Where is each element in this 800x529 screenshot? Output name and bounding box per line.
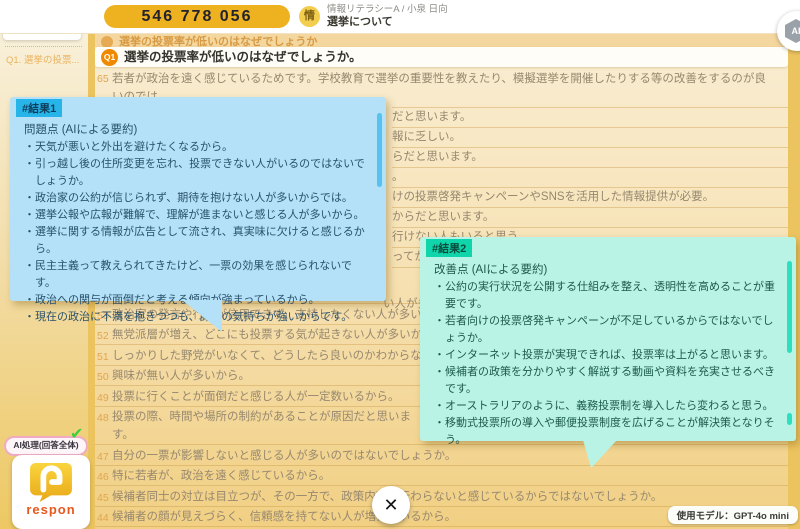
answer-number: 65 <box>97 70 111 88</box>
ghost-question-text: 選挙の投票率が低いのはなぜでしょうか <box>119 36 317 47</box>
divider <box>5 46 82 47</box>
answer-number: 44 <box>97 509 111 527</box>
survey-title: 選挙について <box>327 16 448 29</box>
answer-row-fragment: らだと思います。 <box>392 148 788 168</box>
question-text: 選挙の投票率が低いのはなぜでしょうか。 <box>124 47 788 67</box>
result1-bullets: 天気が悪いと外出を避けたくなるから。引っ越し後の住所変更を忘れ、投票できない人が… <box>24 139 369 326</box>
answer-row-fragment: だと思います。 <box>392 108 788 128</box>
summary-bullet: 若者向けの投票啓発キャンペーンが不足しているからではないでしょうか。 <box>434 313 779 347</box>
scrollbar-thumb[interactable] <box>787 261 792 353</box>
answer-text: 投票の際、時間や場所の制約があることが原因だと思いま <box>112 411 411 423</box>
result-panel-2: #結果2 改善点 (AIによる要約) 公約の実行状況を公開する仕組みを整え、透明… <box>420 237 796 441</box>
sidebar-question-link[interactable]: Q1. 選挙の投票... <box>6 52 79 66</box>
answer-row-fragment: からだと思います。 <box>392 208 788 228</box>
answer-text: 興味が無い人が多いから。 <box>112 370 250 382</box>
session-code: 546 778 056 <box>104 5 290 28</box>
answer-row-fragment: 報に乏しい。 <box>392 128 788 148</box>
summary-bullet: 選挙公報や広報が難解で、理解が進まないと感じる人が多いから。 <box>24 207 369 224</box>
ghost-question-row: 選挙の投票率が低いのはなぜでしょうか <box>95 33 788 47</box>
close-icon: ✕ <box>383 495 398 515</box>
result-panel-1: #結果1 問題点 (AIによる要約) 天気が悪いと外出を避けたくなるから。引っ越… <box>10 97 386 301</box>
result1-title: 問題点 (AIによる要約) <box>24 121 386 137</box>
course-title: 情報リテラシーA / 小泉 日向 <box>327 4 448 16</box>
summary-bullet: 引っ越し後の住所変更を忘れ、投票できない人がいるのではないでしょうか。 <box>24 156 369 190</box>
answer-row[interactable]: 46特に若者が、政治を遠く感じているから。 <box>95 466 788 487</box>
answer-text: しっかりした野党がいなくて、どうしたら良いのかわからな <box>112 350 422 362</box>
answer-number: 48 <box>97 409 111 427</box>
close-button[interactable]: ✕ <box>372 486 410 524</box>
answer-row-fragment: けの投票啓発キャンペーンやSNSを活用した情報提供が必要。 <box>392 188 788 208</box>
respon-wordmark: respon <box>12 502 90 517</box>
answer-text: 投票に行くことが面倒だと感じる人が一定数いるから。 <box>112 391 400 403</box>
question-badge: Q1 <box>101 49 118 66</box>
answer-number: 45 <box>97 489 111 507</box>
answer-row-fragment: 。 <box>392 168 788 188</box>
ghost-question-badge <box>101 36 113 47</box>
answer-number: 52 <box>97 327 111 345</box>
result1-tag: #結果1 <box>16 99 62 117</box>
summary-bullet: 天気が悪いと外出を避けたくなるから。 <box>24 139 369 156</box>
answer-text: 特に若者が、政治を遠く感じているから。 <box>112 470 330 482</box>
summary-bullet: 選挙に関する情報が広告として流され、真実味に欠けると感じるから。 <box>24 224 369 258</box>
course-icon: 情 <box>299 6 320 27</box>
answer-number: 51 <box>97 348 111 366</box>
respon-ai-summary-screen: 選挙の投票率が低いのはなぜでしょうか Q1 選挙の投票率が低いのはなぜでしょうか… <box>0 0 800 529</box>
respon-logo: respon <box>12 455 90 529</box>
result2-bullets: 公約の実行状況を公開する仕組みを整え、透明性を高めることが重要です。若者向けの投… <box>434 279 779 449</box>
model-label: 使用モデル：GPT-4o mini <box>668 506 798 524</box>
summary-bullet: 公約の実行状況を公開する仕組みを整え、透明性を高めることが重要です。 <box>434 279 779 313</box>
answer-text: 無党派層が増え、どこにも投票する気が起きない人が多いか <box>112 329 422 341</box>
summary-bullet: オーストラリアのように、義務投票制を導入したら変わると思う。 <box>434 398 779 415</box>
answer-number: 46 <box>97 468 111 486</box>
answer-number: 47 <box>97 448 111 466</box>
scrollbar-thumb[interactable] <box>787 413 792 425</box>
question-bar: Q1 選挙の投票率が低いのはなぜでしょうか。 <box>95 47 788 67</box>
header: 546 778 056 情 情報リテラシーA / 小泉 日向 選挙について <box>0 0 800 34</box>
result2-title: 改善点 (AIによる要約) <box>434 261 796 277</box>
scrollbar-thumb[interactable] <box>377 113 382 187</box>
summary-bullet: インターネット投票が実現できれば、投票率は上がると思います。 <box>434 347 779 364</box>
answer-text: 自分の一票が影響しないと感じる人が多いのではないでしょうか。 <box>112 450 456 462</box>
summary-bullet: 候補者の政策を分かりやすく解説する動画や資料を充実させるべきです。 <box>434 364 779 398</box>
summary-bullet: 政治家の公約が信じられず、期待を抱けない人が多いからでは。 <box>24 190 369 207</box>
ai-hexagon-icon: AI <box>785 19 800 43</box>
respon-bubble-icon <box>28 462 74 502</box>
answer-row[interactable]: 45候補者同士の対立は目立つが、その一方で、政策内容が伝わらないと感じているから… <box>95 486 788 507</box>
answer-number: 50 <box>97 368 111 386</box>
answer-number: 49 <box>97 389 111 407</box>
check-icon: ✔ <box>70 424 83 444</box>
result2-tag: #結果2 <box>426 239 472 257</box>
summary-bullet: 民主主義って教えられてきたけど、一票の効果を感じられないです。 <box>24 258 369 292</box>
